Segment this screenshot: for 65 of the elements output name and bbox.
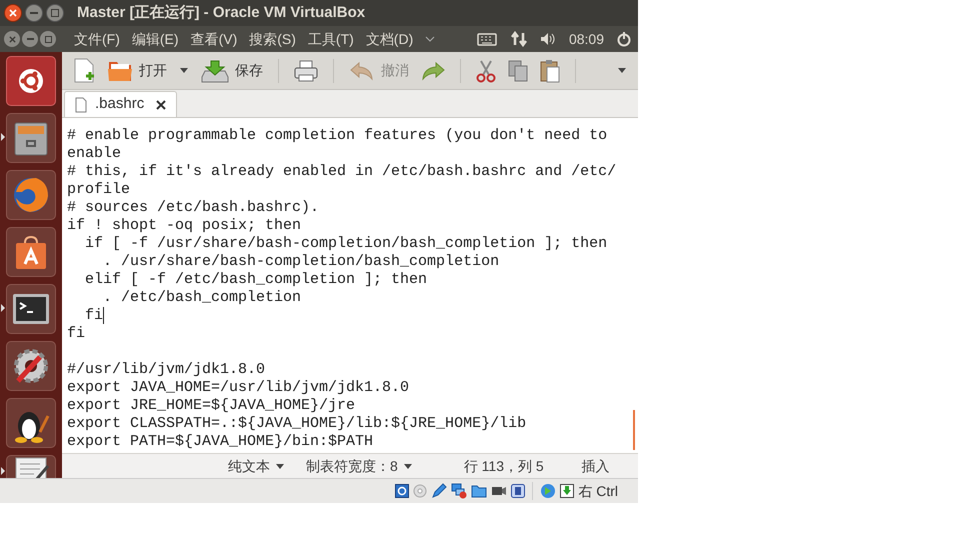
menu-item[interactable]: 工具(T) (308, 28, 354, 50)
code-line: export PATH=${JAVA_HOME}/bin:$PATH (67, 433, 374, 451)
cursor-position: 行 113，列 5 (464, 456, 544, 476)
pen-icon[interactable] (431, 483, 448, 499)
keyboard-icon[interactable] (476, 32, 497, 46)
camera-icon[interactable] (491, 485, 508, 497)
file-tab[interactable]: .bashrc (64, 91, 178, 117)
network-icon[interactable] (451, 483, 468, 499)
network-arrows-icon[interactable] (510, 31, 527, 47)
download-arrow-icon[interactable] (560, 484, 574, 498)
clock[interactable]: 08:09 (568, 28, 604, 50)
code-line: # enable programmable completion features (you don't need to (67, 127, 608, 145)
host-key-label: 右 Ctrl (578, 482, 618, 500)
caret-down-icon (276, 464, 284, 468)
code-line: export CLASSPATH=.:${JAVA_HOME}/lib:${JRE_HOME}/lib (67, 415, 526, 433)
caret-down-icon (404, 464, 412, 468)
menu-item[interactable]: 查看(V) (190, 28, 238, 50)
code-line: # sources /etc/bash.bashrc). (67, 199, 320, 217)
redo-arrow-icon[interactable] (420, 60, 446, 80)
code-line: profile (67, 181, 130, 199)
close-tab-button[interactable] (156, 100, 166, 110)
open-button[interactable]: 打开 (104, 58, 170, 82)
tab-width-selector[interactable]: 制表符宽度：8 (306, 456, 412, 476)
insert-mode: 插入 (582, 456, 610, 476)
folder-icon[interactable] (471, 484, 488, 498)
minimize-button[interactable] (22, 31, 38, 47)
code-line: if [ -f /usr/share/bash-completion/bash_completion ]; then (84, 235, 608, 253)
document-icon (75, 96, 87, 112)
new-file-icon[interactable] (72, 58, 96, 84)
code-line: export JRE_HOME=${JAVA_HOME}/jre (67, 397, 356, 415)
printer-icon[interactable] (293, 58, 319, 82)
menu-item[interactable]: 文档(D) (366, 28, 414, 50)
maximize-button[interactable] (40, 31, 56, 47)
caret-down-icon (618, 68, 626, 73)
code-line: export JAVA_HOME=/usr/lib/jvm/jdk1.8.0 (67, 379, 410, 397)
code-line: . /usr/share/bash-completion/bash_completion (102, 253, 500, 271)
caret-down-icon (180, 68, 188, 73)
code-line: fi (67, 325, 86, 343)
scissors-icon[interactable] (475, 58, 497, 82)
maximize-button[interactable] (46, 4, 64, 22)
window-title: Master [正在运行] - Oracle VM VirtualBox (77, 2, 366, 23)
copy-icon[interactable] (507, 58, 529, 82)
chip-icon[interactable] (511, 484, 526, 498)
code-line: elif [ -f /etc/bash_completion ]; then (84, 271, 428, 289)
menu-item[interactable]: 编辑(E) (132, 28, 179, 50)
hard-disk-icon[interactable] (395, 484, 410, 498)
menu-item[interactable]: 搜索(S) (249, 28, 296, 50)
close-icon[interactable] (8, 36, 16, 42)
close-button[interactable] (4, 4, 22, 22)
language-selector[interactable]: 纯文本 (228, 456, 284, 476)
volume-icon[interactable] (538, 31, 557, 47)
code-line: . /etc/bash_completion (102, 289, 302, 307)
code-line: enable (67, 145, 122, 163)
editor-area[interactable] (62, 118, 638, 453)
clipboard-icon[interactable] (539, 58, 561, 82)
power-icon[interactable] (616, 31, 632, 47)
save-disk-icon (201, 58, 229, 82)
code-line: fi (84, 307, 104, 325)
code-line: # this, if it's already enabled in /etc/bash.bashrc and /etc/ (67, 163, 616, 181)
save-button[interactable]: 保存 (198, 58, 266, 82)
menu-item[interactable]: 文件(F) (74, 28, 120, 50)
undo-arrow-icon (349, 60, 375, 80)
code-line: #/usr/lib/jvm/jdk1.8.0 (67, 361, 266, 379)
chevron-down-icon[interactable] (425, 36, 436, 42)
code-line: if ! shopt -oq posix; then (67, 217, 302, 235)
